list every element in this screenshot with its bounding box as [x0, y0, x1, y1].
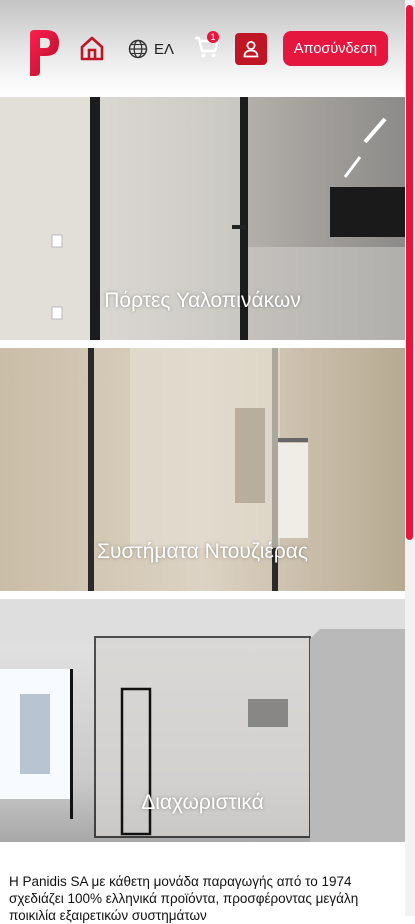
panidis-logo-icon[interactable] — [28, 30, 60, 76]
globe-icon — [128, 39, 148, 59]
cart-count-badge: 1 — [207, 31, 219, 43]
app-header: ΕΛ 1 Αποσύνδεση — [0, 0, 405, 97]
category-title: Διαχωριστικά — [141, 791, 264, 814]
about-text: Η Panidis SA με κάθετη μονάδα παραγωγής … — [9, 874, 359, 923]
category-title: Πόρτες Υαλοπινάκων — [104, 289, 301, 312]
scrollbar-thumb[interactable] — [406, 5, 413, 540]
category-card-glass-doors[interactable]: Πόρτες Υαλοπινάκων — [0, 97, 405, 340]
category-card-shower-systems[interactable]: Συστήματα Ντουζιέρας — [0, 348, 405, 591]
category-card-partitions[interactable]: Διαχωριστικά — [0, 599, 405, 842]
home-icon[interactable] — [79, 35, 105, 61]
language-label: ΕΛ — [154, 40, 175, 58]
logout-button[interactable]: Αποσύνδεση — [283, 31, 388, 66]
category-title: Συστήματα Ντουζιέρας — [96, 540, 309, 563]
language-selector[interactable]: ΕΛ — [128, 38, 174, 60]
profile-button[interactable] — [235, 33, 267, 65]
user-icon — [243, 41, 259, 58]
